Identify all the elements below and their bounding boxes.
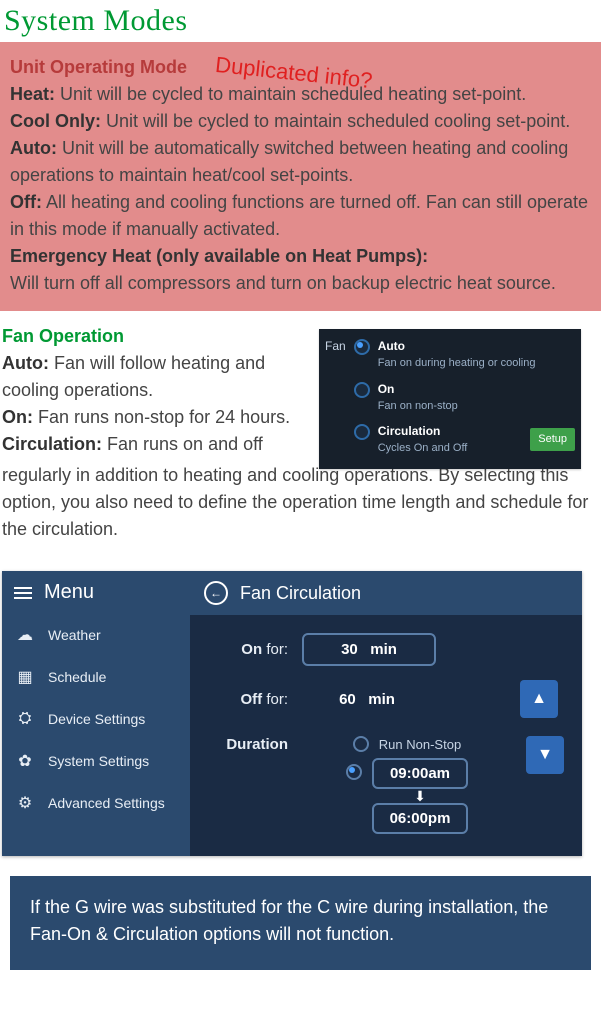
- fan-option-circ-title: Circulation: [378, 422, 523, 440]
- fan-auto: Auto: Fan will follow heating and coolin…: [2, 350, 322, 404]
- mode-auto-label: Auto:: [10, 138, 57, 158]
- fan-on-text: Fan runs non-stop for 24 hours.: [33, 407, 290, 427]
- hamburger-icon: [14, 587, 32, 599]
- mode-eheat-label: Emergency Heat (only available on Heat P…: [10, 243, 591, 270]
- wiring-note: If the G wire was substituted for the C …: [10, 876, 591, 970]
- mode-auto-text: Unit will be automatically switched betw…: [10, 138, 568, 185]
- fan-option-auto-sub: Fan on during heating or cooling: [378, 355, 575, 372]
- mode-off-text: All heating and cooling functions are tu…: [10, 192, 588, 239]
- menu-item-label: System Settings: [48, 753, 149, 769]
- mode-eheat-text: Will turn off all compressors and turn o…: [10, 270, 591, 297]
- mode-heat-label: Heat:: [10, 84, 55, 104]
- mode-cool-text: Unit will be cycled to maintain schedule…: [101, 111, 570, 131]
- fan-circ: Circulation: Fan runs on and off: [2, 431, 322, 458]
- duration-start-time[interactable]: 09:00am: [372, 758, 468, 789]
- mode-cool-label: Cool Only:: [10, 111, 101, 131]
- menu-item-device-settings[interactable]: ⛭ Device Settings: [2, 698, 190, 740]
- increment-button[interactable]: ▲: [520, 680, 558, 718]
- back-arrow-icon[interactable]: ←: [204, 581, 228, 605]
- fan-circulation-screenshot: Menu ☁ Weather ▦ Schedule ⛭ Device Setti…: [2, 571, 582, 856]
- menu-item-label: Device Settings: [48, 711, 145, 727]
- menu-item-advanced-settings[interactable]: ⚙ Advanced Settings: [2, 782, 190, 824]
- page-title: System Modes: [0, 0, 601, 42]
- fan-on: On: Fan runs non-stop for 24 hours.: [2, 404, 322, 431]
- menu-header[interactable]: Menu: [2, 571, 190, 614]
- mode-off-label: Off:: [10, 192, 42, 212]
- fan-option-auto[interactable]: Auto Fan on during heating or cooling: [354, 333, 575, 376]
- weather-icon: ☁: [14, 626, 36, 644]
- mode-auto: Auto: Unit will be automatically switche…: [10, 135, 591, 189]
- fan-on-label: On:: [2, 407, 33, 427]
- duration-time-range[interactable]: 09:00am ⬇ 06:00pm: [346, 758, 469, 834]
- mode-cool: Cool Only: Unit will be cycled to mainta…: [10, 108, 591, 135]
- fan-operation-heading: Fan Operation: [2, 323, 322, 350]
- on-for-label: On for:: [208, 641, 288, 658]
- fan-circ-text-2: regularly in addition to heating and coo…: [0, 458, 601, 561]
- menu-item-label: Advanced Settings: [48, 795, 165, 811]
- fan-auto-label: Auto:: [2, 353, 49, 373]
- fan-option-on-title: On: [378, 380, 575, 398]
- fan-option-circulation[interactable]: Circulation Cycles On and Off Setup: [354, 418, 575, 461]
- menu-item-schedule[interactable]: ▦ Schedule: [2, 656, 190, 698]
- fan-circ-label: Circulation:: [2, 434, 102, 454]
- menu-item-system-settings[interactable]: ✿ System Settings: [2, 740, 190, 782]
- arrow-down-icon: ⬇: [414, 789, 426, 803]
- radio-icon: [346, 764, 362, 780]
- circulation-content: ← Fan Circulation On for: 30 min Off for…: [190, 571, 582, 856]
- radio-icon: [353, 736, 369, 752]
- decrement-button[interactable]: ▼: [526, 736, 564, 774]
- fan-panel-title: Fan: [325, 333, 346, 461]
- circulation-header: ← Fan Circulation: [190, 571, 582, 615]
- fan-option-on[interactable]: On Fan on non-stop: [354, 376, 575, 419]
- advanced-settings-icon: ⚙: [14, 794, 36, 812]
- unit-operating-mode-block: Duplicated info? Unit Operating Mode Hea…: [0, 42, 601, 311]
- circulation-title: Fan Circulation: [240, 583, 361, 604]
- menu-header-label: Menu: [44, 581, 94, 604]
- schedule-icon: ▦: [14, 668, 36, 686]
- off-for-value[interactable]: 60 min: [302, 685, 432, 714]
- radio-icon: [354, 424, 370, 440]
- menu-sidebar: Menu ☁ Weather ▦ Schedule ⛭ Device Setti…: [2, 571, 190, 856]
- fan-operation-block: Fan Operation Auto: Fan will follow heat…: [0, 311, 601, 458]
- fan-option-auto-title: Auto: [378, 337, 575, 355]
- on-for-value[interactable]: 30 min: [302, 633, 436, 666]
- mode-off: Off: All heating and cooling functions a…: [10, 189, 591, 243]
- fan-option-on-sub: Fan on non-stop: [378, 398, 575, 415]
- menu-item-label: Weather: [48, 627, 101, 643]
- duration-end-time[interactable]: 06:00pm: [372, 803, 469, 834]
- radio-icon: [354, 382, 370, 398]
- duration-label: Duration: [208, 736, 288, 753]
- system-settings-icon: ✿: [14, 752, 36, 770]
- off-for-label: Off for:: [208, 691, 288, 708]
- device-settings-icon: ⛭: [14, 710, 36, 728]
- setup-button[interactable]: Setup: [530, 428, 575, 451]
- radio-icon: [354, 339, 370, 355]
- fan-option-circ-sub: Cycles On and Off: [378, 440, 523, 457]
- run-nonstop-label: Run Non-Stop: [379, 737, 461, 752]
- fan-circ-text-1: Fan runs on and off: [102, 434, 263, 454]
- fan-selection-panel: Fan Auto Fan on during heating or coolin…: [319, 329, 581, 469]
- menu-item-weather[interactable]: ☁ Weather: [2, 614, 190, 656]
- duration-run-nonstop[interactable]: Run Non-Stop: [353, 736, 461, 752]
- menu-item-label: Schedule: [48, 669, 106, 685]
